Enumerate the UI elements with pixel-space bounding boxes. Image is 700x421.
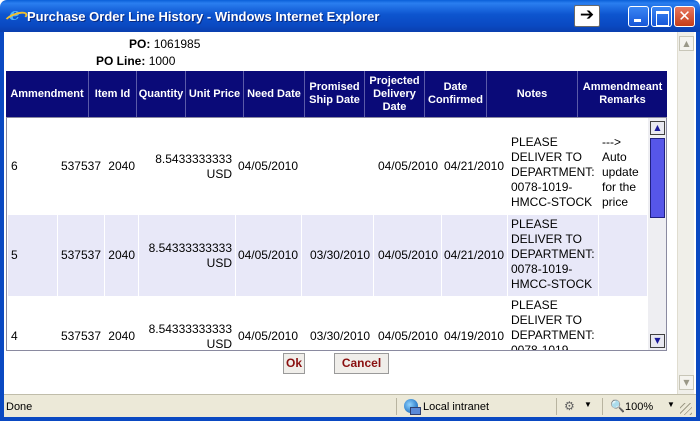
cell-date-confirmed: 04/19/2010 bbox=[442, 296, 508, 350]
header-ammendment-remarks[interactable]: Ammendmeant Remarks bbox=[578, 71, 667, 117]
cell-quantity: 2040 bbox=[105, 215, 139, 296]
status-text: Done bbox=[6, 401, 33, 413]
cell-promised-ship-date: 03/30/2010 bbox=[302, 215, 374, 296]
po-line-label: PO Line: bbox=[96, 54, 146, 68]
scroll-down-arrow-icon[interactable]: ▼ bbox=[650, 334, 665, 348]
cell-promised-ship-date bbox=[302, 118, 374, 215]
history-table-body[interactable]: 6 537537 2040 8.5433333333 USD 04/05/201… bbox=[6, 117, 667, 351]
protected-mode-icon[interactable]: ⚙ bbox=[564, 399, 578, 413]
maximize-button[interactable] bbox=[651, 6, 672, 27]
po-number-row: PO: 1061985 bbox=[129, 37, 200, 51]
page-scrollbar[interactable]: ▲ ▼ bbox=[677, 32, 694, 394]
window-title: Purchase Order Line History - Windows In… bbox=[27, 9, 380, 24]
cell-unit-price: 8.5433333333 USD bbox=[139, 118, 236, 215]
cell-projected-delivery-date: 04/05/2010 bbox=[374, 118, 442, 215]
po-label: PO: bbox=[129, 37, 151, 51]
ok-button[interactable]: Ok bbox=[283, 353, 305, 374]
navigate-arrow-button[interactable]: ➔ bbox=[574, 5, 600, 27]
cell-remarks bbox=[599, 296, 648, 350]
cell-quantity: 2040 bbox=[105, 296, 139, 350]
security-zone-text[interactable]: Local intranet bbox=[423, 401, 489, 413]
chevron-down-icon[interactable]: ▼ bbox=[667, 400, 675, 409]
minimize-button[interactable] bbox=[628, 6, 649, 27]
cell-ammendment: 4 bbox=[8, 296, 58, 350]
header-date-confirmed[interactable]: Date Confirmed bbox=[425, 71, 487, 117]
cell-item-id: 537537 bbox=[58, 296, 105, 350]
cell-ammendment: 6 bbox=[8, 118, 58, 215]
cell-quantity: 2040 bbox=[105, 118, 139, 215]
po-line-value: 1000 bbox=[148, 54, 176, 68]
scroll-down-arrow-icon[interactable]: ▼ bbox=[679, 375, 694, 390]
status-separator bbox=[396, 398, 397, 415]
resize-grip-icon[interactable] bbox=[680, 403, 692, 415]
cell-unit-price: 8.54333333333 USD bbox=[139, 215, 236, 296]
po-value: 1061985 bbox=[153, 37, 201, 51]
table-row[interactable]: 6 537537 2040 8.5433333333 USD 04/05/201… bbox=[8, 118, 648, 215]
chevron-down-icon[interactable]: ▼ bbox=[584, 400, 592, 409]
cell-need-date: 04/05/2010 bbox=[236, 296, 302, 350]
header-notes[interactable]: Notes bbox=[487, 71, 578, 117]
cell-item-id: 537537 bbox=[58, 215, 105, 296]
cell-date-confirmed: 04/21/2010 bbox=[442, 215, 508, 296]
status-bar: Done Local intranet ⚙ ▼ 🔍 100% ▼ bbox=[4, 394, 696, 417]
cell-notes: PLEASE DELIVER TO DEPARTMENT: 0078-1019-… bbox=[508, 118, 599, 215]
cell-unit-price: 8.54333333333 USD bbox=[139, 296, 236, 350]
header-ammendment[interactable]: Ammendment bbox=[6, 71, 89, 117]
close-button[interactable]: ✕ bbox=[674, 6, 695, 27]
cell-ammendment: 5 bbox=[8, 215, 58, 296]
status-separator bbox=[602, 398, 603, 415]
header-item-id[interactable]: Item Id bbox=[89, 71, 137, 117]
cancel-button[interactable]: Cancel bbox=[334, 353, 389, 374]
cell-notes: PLEASE DELIVER TO DEPARTMENT: 0078-1019-… bbox=[508, 215, 599, 296]
cell-need-date: 04/05/2010 bbox=[236, 215, 302, 296]
table-row[interactable]: 4 537537 2040 8.54333333333 USD 04/05/20… bbox=[8, 296, 648, 350]
scroll-up-arrow-icon[interactable]: ▲ bbox=[650, 121, 665, 135]
cell-promised-ship-date: 03/30/2010 bbox=[302, 296, 374, 350]
status-separator bbox=[556, 398, 557, 415]
cell-projected-delivery-date: 04/05/2010 bbox=[374, 215, 442, 296]
table-scrollbar[interactable]: ▲ ▼ bbox=[648, 118, 666, 350]
cell-projected-delivery-date: 04/05/2010 bbox=[374, 296, 442, 350]
intranet-zone-icon bbox=[404, 399, 421, 415]
scroll-up-arrow-icon[interactable]: ▲ bbox=[679, 36, 694, 51]
header-promised-ship-date[interactable]: Promised Ship Date bbox=[305, 71, 365, 117]
scroll-thumb[interactable] bbox=[650, 138, 665, 218]
cell-remarks bbox=[599, 215, 648, 296]
cell-notes: PLEASE DELIVER TO DEPARTMENT: 0078-1019-… bbox=[508, 296, 599, 350]
cell-date-confirmed: 04/21/2010 bbox=[442, 118, 508, 215]
header-projected-delivery-date[interactable]: Projected Delivery Date bbox=[365, 71, 425, 117]
header-quantity[interactable]: Quantity bbox=[137, 71, 186, 117]
zoom-icon[interactable]: 🔍 bbox=[610, 399, 625, 413]
po-line-row: PO Line: 1000 bbox=[96, 54, 175, 68]
header-need-date[interactable]: Need Date bbox=[244, 71, 305, 117]
cell-need-date: 04/05/2010 bbox=[236, 118, 302, 215]
table-row[interactable]: 5 537537 2040 8.54333333333 USD 04/05/20… bbox=[8, 215, 648, 296]
internet-explorer-icon: e bbox=[6, 7, 23, 24]
title-bar[interactable]: e Purchase Order Line History - Windows … bbox=[0, 0, 700, 32]
history-table-header: Ammendment Item Id Quantity Unit Price N… bbox=[6, 71, 667, 117]
cell-item-id: 537537 bbox=[58, 118, 105, 215]
header-unit-price[interactable]: Unit Price bbox=[186, 71, 244, 117]
zoom-level[interactable]: 100% bbox=[625, 401, 653, 413]
cell-remarks: ---> Auto update for the price bbox=[599, 118, 648, 215]
